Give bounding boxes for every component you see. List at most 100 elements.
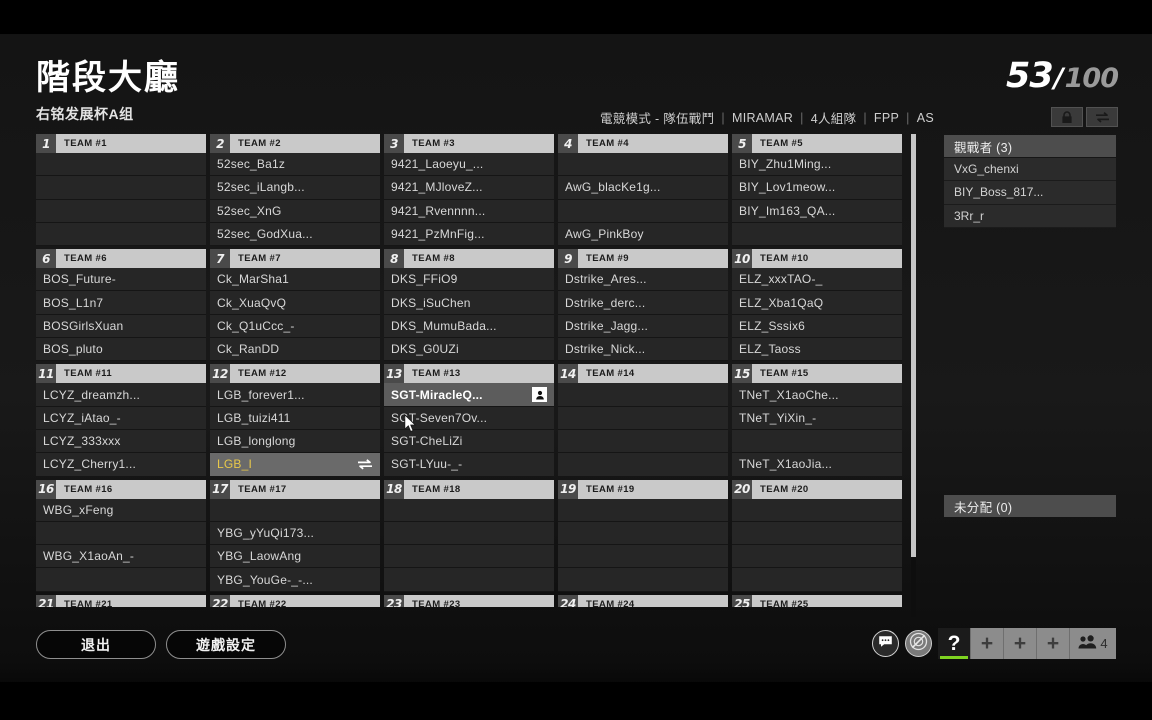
player-slot[interactable]: BOS_Future- [36, 268, 206, 292]
team-card-20[interactable]: 20 TEAM #20 [732, 479, 902, 592]
player-slot[interactable]: Dstrike_Jagg... [558, 314, 728, 339]
player-slot-empty[interactable] [384, 521, 554, 546]
player-slot[interactable]: BOS_L1n7 [36, 291, 206, 315]
team-card-24[interactable]: 24 TEAM #24 [558, 594, 728, 607]
player-slot[interactable]: 9421_Laoeyu_... [384, 153, 554, 177]
team-card-3[interactable]: 3 TEAM #3 9421_Laoeyu_... 9421_MJloveZ... 94… [384, 134, 554, 247]
player-slot[interactable]: Ck_XuaQvQ [210, 291, 380, 315]
chat-button[interactable] [872, 630, 899, 657]
player-slot-empty[interactable] [558, 153, 728, 177]
player-slot[interactable]: SGT-CheLiZi [384, 429, 554, 454]
player-slot-empty[interactable] [384, 568, 554, 592]
spectator-item[interactable]: VxG_chenxi [944, 158, 1116, 182]
player-slot[interactable]: TNeT_X1aoChe... [732, 383, 902, 407]
team-card-15[interactable]: 15 TEAM #15 TNeT_X1aoChe... TNeT_YiXin_- TNe… [732, 364, 902, 477]
player-slot[interactable]: TNeT_YiXin_- [732, 406, 902, 430]
team-card-12[interactable]: 12 TEAM #12 LGB_forever1... LGB_tuizi411 LGB… [210, 364, 380, 477]
player-slot[interactable]: ELZ_xxxTAO-_ [732, 268, 902, 292]
team-card-17[interactable]: 17 TEAM #17 YBG_yYuQi173... YBG_LaowAng YBG_… [210, 479, 380, 592]
player-slot[interactable]: 52sec_Ba1z [210, 153, 380, 177]
team-card-19[interactable]: 19 TEAM #19 [558, 479, 728, 592]
spectators-list[interactable]: VxG_chenxi BIY_Boss_817... 3Rr_r [944, 158, 1116, 228]
player-slot[interactable]: AwG_PinkBoy [558, 222, 728, 247]
player-slot[interactable]: BOS_pluto [36, 338, 206, 362]
player-slot-empty[interactable] [36, 199, 206, 223]
player-slot[interactable]: Ck_RanDD [210, 338, 380, 362]
player-slot[interactable]: Dstrike_Ares... [558, 268, 728, 292]
player-slot[interactable]: Ck_Q1uCcc_- [210, 314, 380, 339]
player-slot[interactable]: LGB_forever1... [210, 383, 380, 407]
player-slot-empty[interactable] [558, 383, 728, 407]
mic-toggle-button[interactable] [905, 630, 932, 657]
player-slot[interactable]: 52sec_iLangb... [210, 176, 380, 200]
player-slot[interactable]: DKS_G0UZi [384, 338, 554, 362]
player-slot[interactable]: WBG_X1aoAn_- [36, 545, 206, 569]
player-slot[interactable]: ELZ_Taoss [732, 338, 902, 362]
player-slot[interactable]: DKS_MumuBada... [384, 314, 554, 339]
plus-slot-icon[interactable]: + [1004, 628, 1037, 659]
player-slot[interactable]: AwG_blacKe1g... [558, 176, 728, 200]
player-slot[interactable]: Ck_MarSha1 [210, 268, 380, 292]
player-slot[interactable]: LCYZ_Cherry1... [36, 453, 206, 477]
plus-slot-icon[interactable]: + [971, 628, 1004, 659]
player-slot-empty[interactable] [732, 429, 902, 454]
player-slot-empty[interactable] [558, 568, 728, 592]
player-slot[interactable]: SGT-Seven7Ov... [384, 406, 554, 430]
player-slot[interactable]: 52sec_XnG [210, 199, 380, 223]
player-slot[interactable]: BOSGirlsXuan [36, 314, 206, 339]
player-slot[interactable]: BIY_Lov1meow... [732, 176, 902, 200]
swap-arrows-icon[interactable] [357, 459, 373, 470]
player-slot[interactable]: SGT-MiracleQ... [384, 383, 554, 407]
team-card-22[interactable]: 22 TEAM #22 [210, 594, 380, 607]
player-slot-empty[interactable] [732, 568, 902, 592]
player-slot-empty[interactable] [558, 406, 728, 430]
player-slot-empty[interactable] [558, 199, 728, 223]
team-card-1[interactable]: 1 TEAM #1 [36, 134, 206, 247]
player-slot-empty[interactable] [732, 222, 902, 247]
team-grid[interactable]: 1 TEAM #1 2 TEAM #2 52sec_Ba1z 52sec_iLangb..… [36, 134, 910, 617]
team-card-14[interactable]: 14 TEAM #14 [558, 364, 728, 477]
spectator-item[interactable]: BIY_Boss_817... [944, 181, 1116, 205]
player-slot[interactable]: YBG_yYuQi173... [210, 521, 380, 546]
player-slot-empty[interactable] [558, 545, 728, 569]
player-slot[interactable]: YBG_LaowAng [210, 545, 380, 569]
squad-indicator[interactable]: 4 [1070, 628, 1116, 659]
plus-slot-icon[interactable]: + [1037, 628, 1070, 659]
question-slot-icon[interactable]: ? [938, 628, 971, 659]
team-card-10[interactable]: 10 TEAM #10 ELZ_xxxTAO-_ ELZ_Xba1QaQ ELZ_Sss… [732, 249, 902, 362]
player-slot[interactable]: DKS_iSuChen [384, 291, 554, 315]
player-slot[interactable]: TNeT_X1aoJia... [732, 453, 902, 477]
player-slot-empty[interactable] [732, 545, 902, 569]
team-card-13[interactable]: 13 TEAM #13 SGT-MiracleQ... SGT-Seven7Ov...… [384, 364, 554, 477]
team-card-6[interactable]: 6 TEAM #6 BOS_Future- BOS_L1n7 BOSGirlsXuan B… [36, 249, 206, 362]
game-settings-button[interactable]: 遊戲設定 [166, 630, 286, 659]
team-card-18[interactable]: 18 TEAM #18 [384, 479, 554, 592]
player-slot-empty[interactable] [36, 222, 206, 247]
lock-button[interactable] [1051, 107, 1083, 127]
weapon-slot-bar[interactable]: ? + + +4 [938, 628, 1116, 659]
player-slot[interactable]: SGT-LYuu-_- [384, 453, 554, 477]
player-slot-empty[interactable] [558, 498, 728, 522]
player-slot[interactable]: DKS_FFiO9 [384, 268, 554, 292]
player-slot[interactable]: BIY_Im163_QA... [732, 199, 902, 223]
player-slot[interactable]: Dstrike_Nick... [558, 338, 728, 362]
player-slot-empty[interactable] [36, 568, 206, 592]
player-slot[interactable]: YBG_YouGe-_-... [210, 568, 380, 592]
swap-teams-button[interactable] [1086, 107, 1118, 127]
player-slot-empty[interactable] [36, 176, 206, 200]
player-slot[interactable]: LGB_I [210, 453, 380, 477]
player-slot[interactable]: 9421_MJloveZ... [384, 176, 554, 200]
player-slot[interactable]: LGB_longlong [210, 429, 380, 454]
spectator-item[interactable]: 3Rr_r [944, 204, 1116, 228]
player-slot[interactable]: 9421_PzMnFig... [384, 222, 554, 247]
team-card-16[interactable]: 16 TEAM #16 WBG_xFeng WBG_X1aoAn_- [36, 479, 206, 592]
player-slot-empty[interactable] [36, 153, 206, 177]
team-grid-scrollbar-thumb[interactable] [911, 134, 916, 557]
player-slot-empty[interactable] [732, 521, 902, 546]
player-slot[interactable]: 52sec_GodXua... [210, 222, 380, 247]
player-slot[interactable]: ELZ_Sssix6 [732, 314, 902, 339]
player-slot-empty[interactable] [558, 429, 728, 454]
player-slot[interactable]: LCYZ_iAtao_- [36, 406, 206, 430]
team-card-25[interactable]: 25 TEAM #25 [732, 594, 902, 607]
player-slot-empty[interactable] [384, 545, 554, 569]
